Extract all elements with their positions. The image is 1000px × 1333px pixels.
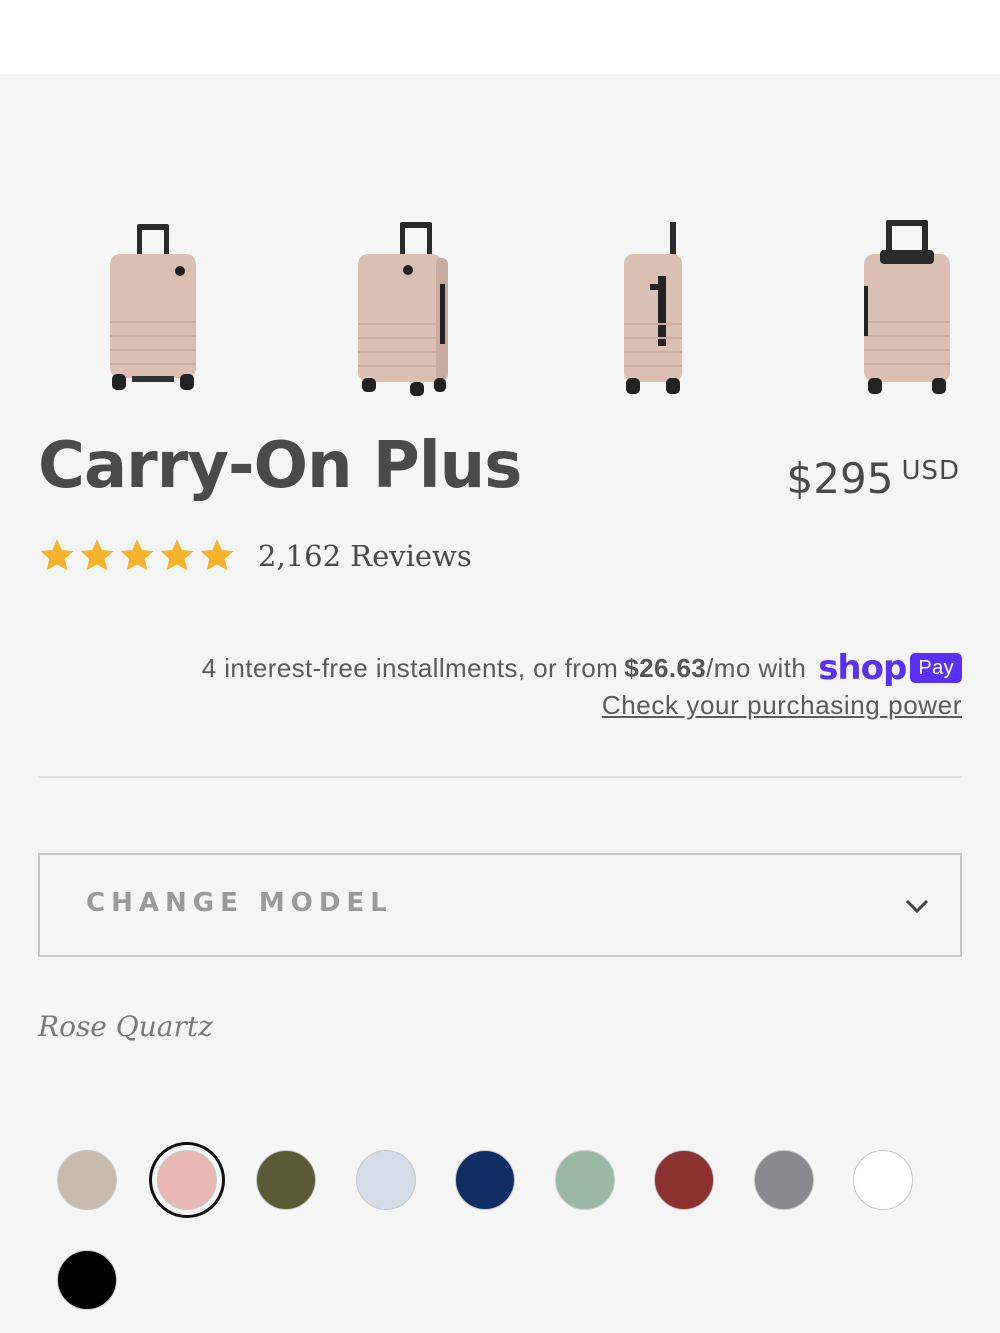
color-swatch[interactable]: [455, 1150, 515, 1210]
reviews-link[interactable]: 2,162 Reviews: [258, 539, 472, 573]
star-icon: [200, 539, 234, 571]
star-icon: [80, 539, 114, 571]
luggage-angle-icon: [358, 222, 448, 396]
shop-pay-logo: shop Pay: [818, 648, 962, 688]
luggage-front-icon: [110, 224, 196, 390]
color-swatch[interactable]: [57, 1250, 117, 1310]
color-swatch[interactable]: [57, 1150, 117, 1210]
gallery-thumb-angle[interactable]: [352, 214, 457, 404]
installments-suffix: /mo with: [706, 652, 807, 683]
price-amount: $295: [786, 454, 894, 503]
star-icon: [40, 539, 74, 571]
luggage-side-icon: [624, 222, 682, 394]
installments-text: 4 interest-free installments, or from: [201, 652, 619, 683]
installments-amount: $26.63: [624, 652, 707, 683]
rating: 2,162 Reviews: [38, 534, 472, 578]
star-icon: [160, 539, 194, 571]
top-bar: [0, 0, 1000, 74]
shop-pay-word: shop: [818, 648, 907, 688]
divider: [38, 776, 962, 778]
selected-color-name: Rose Quartz: [38, 1010, 213, 1043]
star-icon: [120, 539, 154, 571]
color-swatch[interactable]: [554, 1150, 615, 1210]
installments-info: 4 interest-free installments, or from $2…: [202, 648, 962, 688]
change-model-select[interactable]: CHANGE MODEL: [38, 853, 962, 957]
price-currency: USD: [901, 456, 960, 486]
change-model-label: CHANGE MODEL: [86, 888, 393, 918]
gallery-thumb-side[interactable]: [620, 214, 690, 404]
color-swatch[interactable]: [156, 1150, 217, 1210]
color-swatch[interactable]: [654, 1150, 714, 1210]
gallery-thumb-back[interactable]: [858, 214, 958, 404]
color-swatch[interactable]: [753, 1150, 814, 1210]
color-swatch[interactable]: [853, 1150, 913, 1210]
luggage-back-icon: [864, 220, 950, 394]
page: Carry-On Plus $295 USD 2,162 Reviews 4 in…: [0, 0, 1000, 1333]
chevron-down-icon: [905, 899, 929, 914]
gallery-thumb-front[interactable]: [104, 214, 204, 404]
purchasing-power-link[interactable]: Check your purchasing power: [602, 690, 962, 721]
price: $295 USD: [787, 454, 960, 503]
color-swatch[interactable]: [256, 1150, 316, 1210]
color-swatch[interactable]: [355, 1150, 416, 1210]
product-gallery: [0, 214, 1000, 404]
shop-pay-badge: Pay: [910, 653, 962, 683]
product-title: Carry-On Plus: [38, 429, 522, 503]
star-rating[interactable]: [38, 537, 236, 575]
